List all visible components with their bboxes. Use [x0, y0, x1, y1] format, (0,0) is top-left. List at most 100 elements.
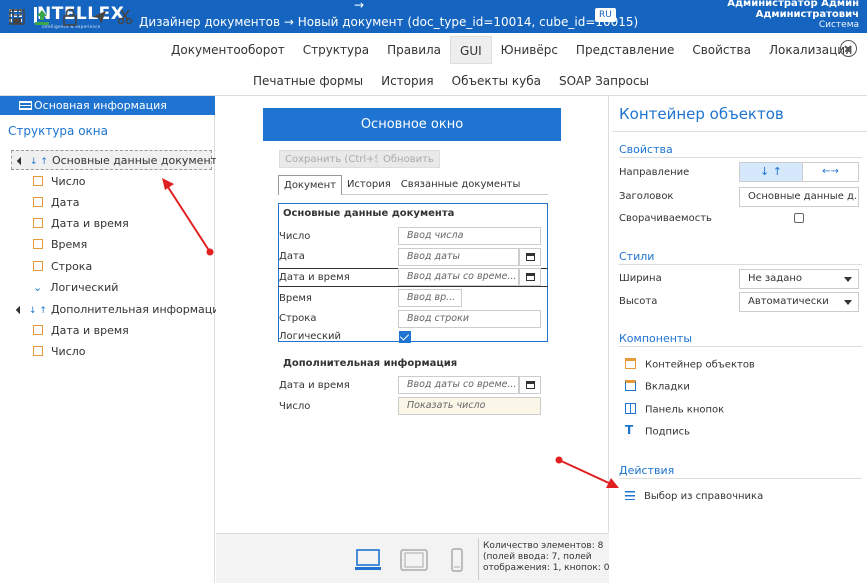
save-icon[interactable]: [8, 8, 26, 26]
form-tab-history[interactable]: История: [342, 175, 396, 195]
field-label: Дата и время: [279, 272, 350, 283]
list-icon: [19, 101, 32, 110]
tree-item-additional-info[interactable]: ↓ ↑ Дополнительная информация: [15, 300, 226, 320]
element-count-line-2: (полей ввода: 7, полей: [483, 552, 592, 562]
string-input[interactable]: Ввод строки: [398, 310, 541, 328]
tablet-icon[interactable]: [399, 546, 429, 574]
save-button[interactable]: Сохранить (Ctrl+S): [279, 150, 391, 168]
component-label: Вкладки: [645, 381, 690, 393]
direction-vertical-button[interactable]: ↓ ↑: [740, 163, 802, 181]
direction-label: Направление: [619, 167, 690, 178]
tree-item-datetime[interactable]: Дата и время: [33, 214, 129, 234]
tree-item-date[interactable]: Дата: [33, 193, 79, 213]
datetime-icon: [33, 218, 43, 228]
tree-item-main-data[interactable]: ↓ ↑ Основные данные документа: [11, 150, 224, 170]
language-switch[interactable]: RU: [595, 8, 616, 22]
width-select[interactable]: Не задано: [739, 269, 859, 289]
calendar-icon[interactable]: [519, 376, 541, 394]
window-title[interactable]: Основное окно: [263, 108, 561, 141]
calendar-icon[interactable]: [519, 248, 541, 266]
component-label: Контейнер объектов: [645, 359, 755, 371]
breadcrumb: Дизайнер документов → Новый документ (do…: [139, 15, 639, 29]
component-label: Панель кнопок: [645, 404, 725, 416]
datetime-input-2[interactable]: Ввод даты со време...: [398, 376, 519, 394]
tab-cube-objects[interactable]: Объекты куба: [443, 68, 550, 94]
form-tabs: Документ История Связанные документы: [278, 175, 548, 195]
tabs-icon: [625, 380, 636, 391]
expand-triangle-icon[interactable]: [16, 156, 26, 166]
expand-triangle-icon[interactable]: [15, 305, 25, 315]
tree-item-boolean[interactable]: ⌄ Логический: [33, 278, 118, 298]
panel-title: Контейнер объектов: [619, 105, 784, 123]
number-input[interactable]: Ввод числа: [398, 227, 541, 245]
tab-document-flow[interactable]: Документооборот: [162, 36, 294, 64]
boolean-checkbox[interactable]: [399, 331, 411, 343]
tree-item-label: Логический: [50, 281, 119, 294]
group-title: Основные данные документа: [283, 208, 455, 219]
components-heading: Компоненты: [619, 332, 693, 345]
close-icon[interactable]: [840, 40, 857, 57]
annotation-arrow-1: [162, 178, 214, 256]
height-label: Высота: [619, 296, 658, 307]
tree-item-label: Время: [51, 238, 88, 251]
form-tab-related[interactable]: Связанные документы: [396, 175, 526, 195]
window-selector-label: Основная информация: [34, 99, 167, 112]
tab-history[interactable]: История: [372, 68, 443, 94]
tab-view[interactable]: Представление: [567, 36, 683, 64]
tree-item-label: Дата: [51, 196, 80, 209]
element-count: Количество элементов: 8 (полей ввода: 7,…: [483, 541, 613, 574]
chevron-down-icon: ⌄: [33, 281, 43, 294]
cut-icon[interactable]: [116, 8, 134, 26]
annotation-arrow-2: [555, 456, 619, 488]
text-icon: [33, 261, 43, 271]
tab-print-forms[interactable]: Печатные формы: [244, 68, 372, 94]
tab-universe[interactable]: Юнивёрс: [492, 36, 567, 64]
number-icon: [33, 346, 43, 356]
divider: [619, 264, 862, 265]
tree-item-time[interactable]: Время: [33, 235, 87, 255]
datetime-icon: [33, 325, 43, 335]
collapsible-label: Сворачиваемость: [619, 213, 712, 224]
send-icon[interactable]: [90, 8, 108, 26]
direction-toggle: ↓ ↑ ←→: [739, 162, 859, 182]
component-button-panel[interactable]: Панель кнопок: [625, 403, 725, 416]
chevron-down-icon: [844, 300, 852, 305]
component-tabs[interactable]: Вкладки: [625, 380, 690, 393]
tab-gui[interactable]: GUI: [450, 36, 492, 64]
user-info[interactable]: Администратор Админ Администратович Сист…: [727, 0, 859, 31]
tab-rules[interactable]: Правила: [378, 36, 450, 64]
tree-item-label: Дата и время: [51, 324, 129, 337]
desktop-icon[interactable]: [354, 546, 382, 574]
tree-item-number-2[interactable]: Число: [33, 342, 86, 362]
window-selector-main-info[interactable]: Основная информация: [0, 96, 215, 115]
action-select-from-directory[interactable]: Выбор из справочника: [625, 490, 763, 502]
tree-item-datetime-2[interactable]: Дата и время: [33, 321, 129, 341]
date-input[interactable]: Ввод даты: [398, 248, 519, 266]
component-label-item[interactable]: T Подпись: [625, 424, 690, 438]
structure-label: Структура окна: [8, 124, 109, 138]
upload-icon[interactable]: [33, 8, 51, 26]
direction-horizontal-button[interactable]: ←→: [802, 163, 858, 181]
component-container[interactable]: Контейнер объектов: [625, 358, 755, 371]
tab-properties[interactable]: Свойства: [683, 36, 760, 64]
form-tab-document[interactable]: Документ: [278, 175, 342, 195]
field-label: Число: [279, 231, 311, 242]
tab-structure[interactable]: Структура: [294, 36, 378, 64]
refresh-button[interactable]: Обновить: [377, 150, 440, 168]
caption-input[interactable]: Основные данные д...: [739, 187, 859, 207]
calendar-icon[interactable]: [519, 268, 541, 286]
tree-item-label: Число: [51, 345, 86, 358]
phone-icon[interactable]: [450, 546, 464, 574]
divider: [619, 157, 862, 158]
tree-item-label: Основные данные документа: [51, 154, 224, 167]
field-label: Логический: [279, 331, 341, 342]
height-select[interactable]: Автоматически: [739, 292, 859, 312]
time-input[interactable]: Ввод вр...: [398, 289, 462, 307]
field-label: Дата и время: [279, 380, 350, 391]
tree-item-number[interactable]: Число: [33, 172, 86, 192]
tab-soap-requests[interactable]: SOAP Запросы: [550, 68, 658, 94]
lock-icon[interactable]: [61, 8, 79, 26]
tree-item-string[interactable]: Строка: [33, 257, 92, 277]
collapsible-checkbox[interactable]: [794, 213, 804, 223]
datetime-input[interactable]: Ввод даты со време...: [398, 268, 519, 286]
